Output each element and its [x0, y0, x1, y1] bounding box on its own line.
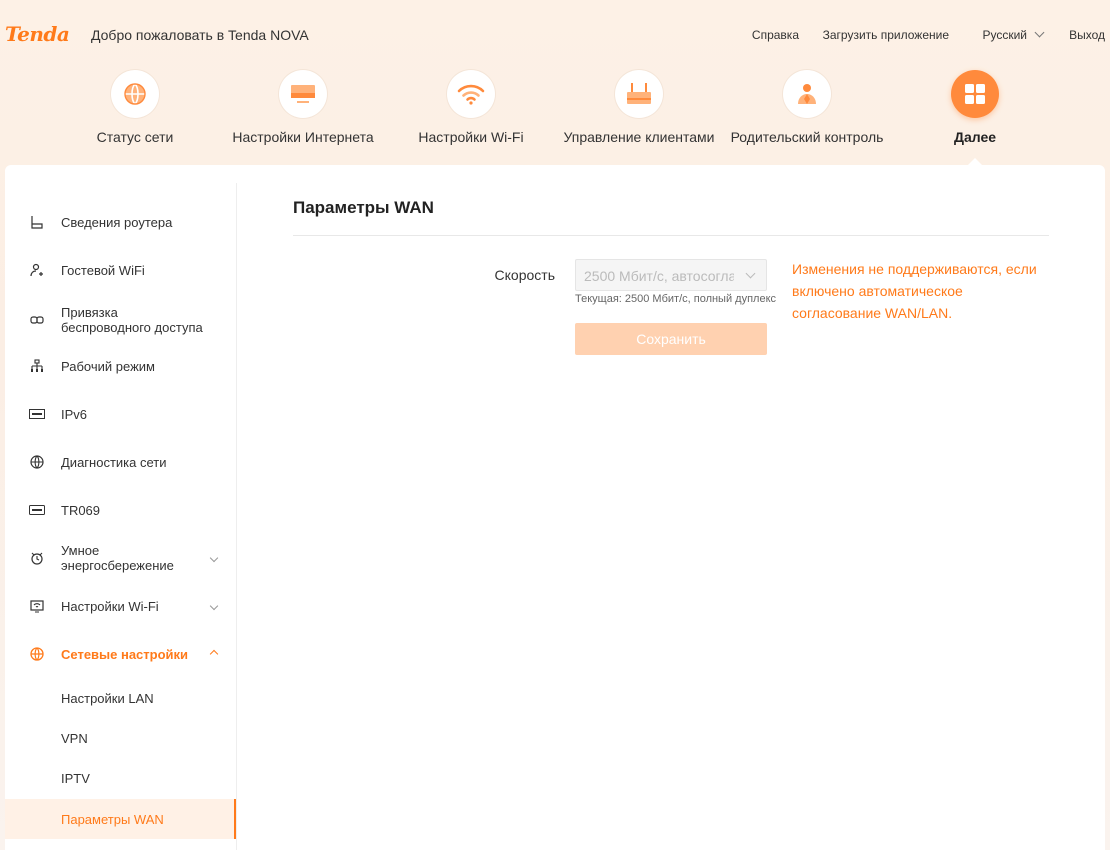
nav-more[interactable]: Далее [891, 70, 1059, 145]
sidebar-subitem-lan[interactable]: Настройки LAN [5, 678, 236, 718]
nav-label: Настройки Wi-Fi [418, 129, 524, 145]
sidebar-subitem-wan[interactable]: Параметры WAN [5, 799, 236, 839]
tr069-icon [29, 502, 45, 518]
link-icon [29, 312, 45, 328]
language-select[interactable]: Русский [982, 27, 1045, 42]
logout-link[interactable]: Выход [1069, 28, 1105, 42]
sidebar-subitem-iptv[interactable]: IPTV [5, 758, 236, 798]
nav-parental-control[interactable]: Родительский контроль [723, 70, 891, 145]
speed-label: Скорость [494, 267, 555, 283]
nav-label: Далее [953, 129, 997, 145]
chevron-down-icon [745, 268, 756, 279]
sidebar-item-router-info[interactable]: Сведения роутера [5, 207, 237, 237]
grid-icon [951, 70, 999, 118]
wifi-settings-icon [29, 598, 45, 614]
sidebar-item-ipv6[interactable]: IPv6 [5, 399, 237, 429]
chevron-down-icon [209, 601, 219, 611]
nav-network-status[interactable]: Статус сети [51, 70, 219, 145]
sidebar-item-wireless-binding[interactable]: Привязка беспроводного доступа [5, 303, 237, 337]
ipv6-icon [29, 406, 45, 422]
sidebar-item-wifi-settings[interactable]: Настройки Wi-Fi [5, 591, 237, 621]
globe-icon [29, 454, 45, 470]
sidebar-item-guest-wifi[interactable]: Гостевой WiFi [5, 255, 237, 285]
page-title: Параметры WAN [293, 198, 434, 217]
chevron-up-icon [209, 649, 219, 659]
hierarchy-icon [29, 358, 45, 374]
wifi-icon [447, 70, 495, 118]
sidebar-item-label: Сетевые настройки [61, 646, 189, 662]
sidebar-item-label: TR069 [61, 502, 101, 518]
sidebar-item-label: Настройки Wi-Fi [61, 598, 159, 614]
help-link[interactable]: Справка [752, 28, 799, 42]
globe-icon [111, 70, 159, 118]
nav-label: Статус сети [96, 129, 174, 145]
sidebar-subitem-vpn[interactable]: VPN [5, 718, 236, 758]
speed-select-value: 2500 Мбит/с, автосогласование [584, 268, 734, 284]
sidebar: Сведения роутера Гостевой WiFi Привязка … [5, 183, 237, 850]
network-icon [29, 646, 45, 662]
nav-internet-settings[interactable]: Настройки Интернета [219, 70, 387, 145]
warning-text: Изменения не поддерживаются, если включе… [792, 261, 1037, 321]
sidebar-item-label: Привязка беспроводного доступа [61, 305, 203, 335]
sidebar-item-label: Сведения роутера [61, 214, 173, 230]
router-info-icon [29, 214, 45, 230]
download-app-link[interactable]: Загрузить приложение [823, 28, 949, 42]
nav-label: Управление клиентами [563, 129, 715, 145]
sidebar-item-label: IPv6 [61, 406, 88, 422]
sidebar-item-label: Диагностика сети [61, 454, 167, 470]
sidebar-item-network-settings[interactable]: Сетевые настройки [5, 639, 237, 669]
sidebar-item-smart-power-saving[interactable]: Умное энергосбережение [5, 541, 237, 575]
parent-icon [783, 70, 831, 118]
tenda-logo[interactable]: Tenda [5, 22, 70, 46]
nav-label: Родительский контроль [730, 129, 884, 145]
nav-label: Настройки Интернета [232, 129, 374, 145]
sidebar-item-label: Гостевой WiFi [61, 262, 145, 278]
sidebar-subitem-autonegotiation[interactable]: Автосогласование [5, 839, 236, 850]
sidebar-item-label: Рабочий режим [61, 358, 155, 374]
title-divider [293, 235, 1049, 236]
top-bar: Tenda Добро пожаловать в Tenda NOVA Спра… [0, 0, 1110, 70]
sidebar-item-network-diagnostics[interactable]: Диагностика сети [5, 447, 237, 477]
current-speed-hint: Текущая: 2500 Мбит/с, полный дуплекс [575, 293, 777, 305]
nav-wifi-settings[interactable]: Настройки Wi-Fi [387, 70, 555, 145]
language-label: Русский [982, 28, 1027, 42]
monitor-icon [279, 70, 327, 118]
save-button[interactable]: Сохранить [575, 323, 767, 355]
speed-select[interactable]: 2500 Мбит/с, автосогласование [575, 259, 767, 291]
sidebar-item-label: Умное энергосбережение [61, 543, 174, 573]
welcome-text: Добро пожаловать в Tenda NOVA [91, 27, 309, 43]
power-save-icon [29, 550, 45, 566]
router-icon [615, 70, 663, 118]
chevron-down-icon [209, 553, 219, 563]
nav-client-management[interactable]: Управление клиентами [555, 70, 723, 145]
sidebar-item-work-mode[interactable]: Рабочий режим [5, 351, 237, 381]
sidebar-item-tr069[interactable]: TR069 [5, 495, 237, 525]
chevron-down-icon [1034, 27, 1045, 38]
guest-icon [29, 262, 45, 278]
content-card: Сведения роутера Гостевой WiFi Привязка … [5, 165, 1105, 850]
